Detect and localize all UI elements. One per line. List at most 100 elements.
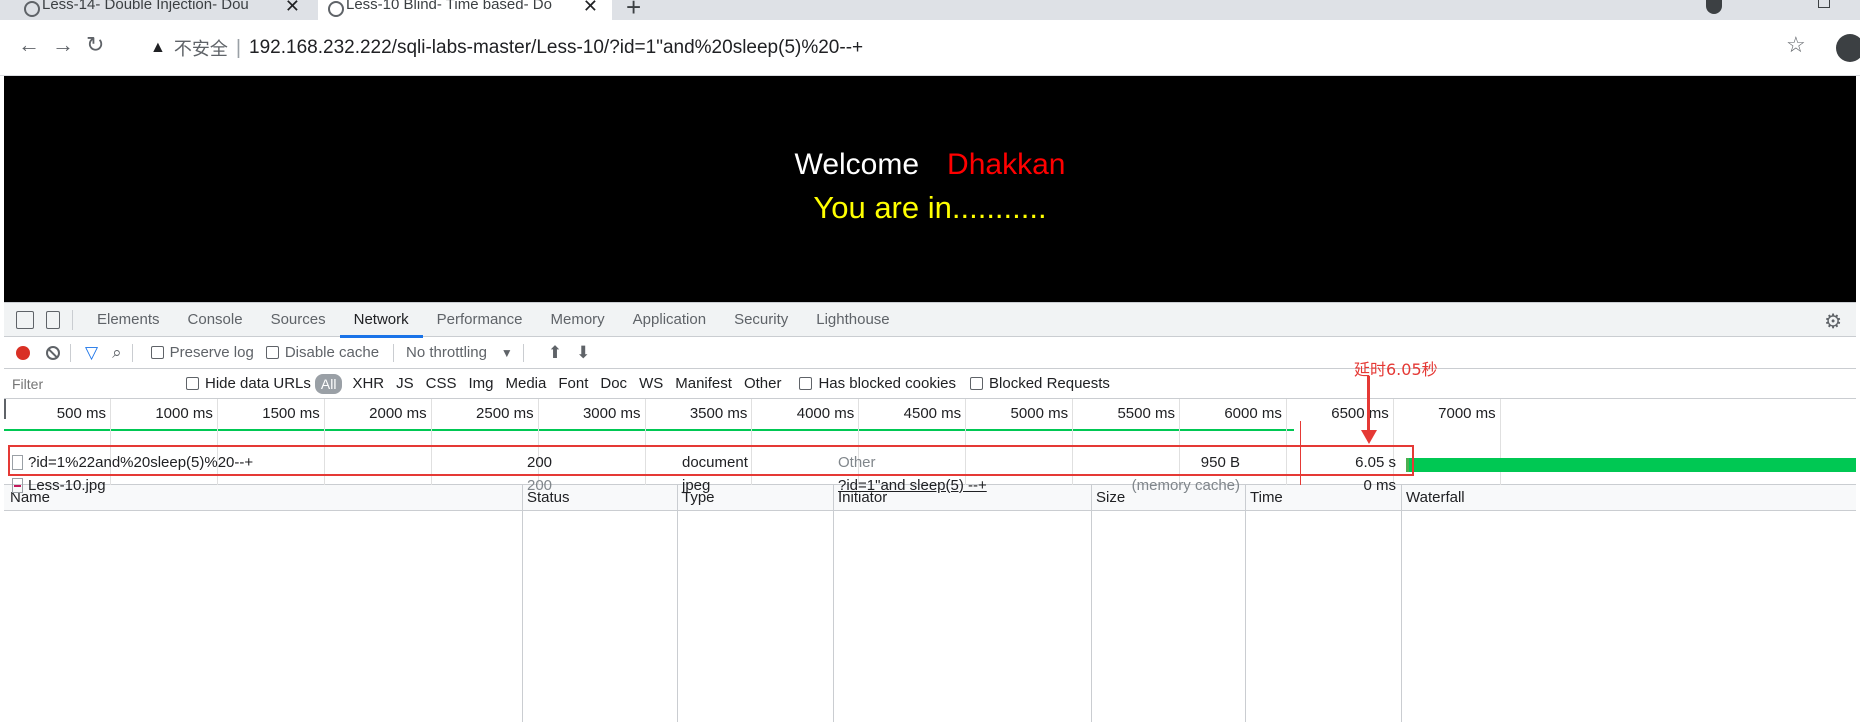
inspect-element-icon[interactable] <box>16 310 34 329</box>
type-filter-img[interactable]: Img <box>462 375 499 392</box>
welcome-text: Welcome <box>794 148 920 181</box>
record-icon[interactable] <box>16 345 30 360</box>
globe-icon <box>328 1 344 17</box>
type-filter-doc[interactable]: Doc <box>594 375 633 392</box>
disable-cache-label: Disable cache <box>284 344 380 361</box>
timeline-tick-label: 5500 ms <box>1117 405 1175 422</box>
clear-icon[interactable] <box>46 345 60 360</box>
new-tab-button[interactable]: + <box>626 0 641 20</box>
browser-toolbar: ← → ↻ ▲ 不安全 | 192.168.232.222/sqli-labs-… <box>0 20 1860 76</box>
timeline-tick-label: 1500 ms <box>262 405 320 422</box>
tab-sources[interactable]: Sources <box>257 303 340 337</box>
tab-memory[interactable]: Memory <box>537 303 619 337</box>
back-button[interactable]: ← <box>18 32 40 58</box>
tab-application[interactable]: Application <box>619 303 720 337</box>
filter-input[interactable] <box>8 372 178 395</box>
warning-icon[interactable]: ▲ <box>150 39 166 57</box>
timeline-tick-label: 5000 ms <box>1010 405 1069 422</box>
filter-icon[interactable]: ▽ <box>85 343 98 363</box>
timeline-tick-label: 6000 ms <box>1224 405 1282 422</box>
column-divider <box>677 485 678 722</box>
type-filter-ws[interactable]: WS <box>633 375 669 392</box>
request-type: jpeg <box>682 477 711 494</box>
tab-search-icon[interactable] <box>1706 0 1722 14</box>
type-filter-all[interactable]: All <box>314 373 343 394</box>
search-icon[interactable]: ⌕ <box>112 343 122 363</box>
disable-cache-checkbox[interactable] <box>265 346 279 359</box>
close-tab-icon[interactable]: ✕ <box>583 0 598 17</box>
divider <box>72 309 73 330</box>
type-filter-js[interactable]: JS <box>390 375 420 392</box>
tab-less-14[interactable]: Less-14- Double Injection- Dou ✕ <box>14 0 314 20</box>
column-divider <box>522 485 523 722</box>
annotation-arrow <box>1367 376 1370 434</box>
blocked-requests-checkbox[interactable] <box>970 377 984 390</box>
type-filter-other[interactable]: Other <box>738 375 788 392</box>
requests-table: Name Status Type Initiator Size Time Wat… <box>4 485 1856 722</box>
timeline-tick-label: 2500 ms <box>476 405 534 422</box>
address-bar[interactable]: ▲ 不安全 | 192.168.232.222/sqli-labs-master… <box>138 30 1778 66</box>
url-text[interactable]: 192.168.232.222/sqli-labs-master/Less-10… <box>249 37 863 59</box>
waterfall-bar <box>1406 458 1856 472</box>
login-status: You are in........... <box>813 190 1047 225</box>
divider <box>393 343 395 362</box>
timeline-tick-label: 7000 ms <box>1438 405 1496 422</box>
tab-performance[interactable]: Performance <box>423 303 537 337</box>
filter-bar: Hide data URLs All XHR JS CSS Img Media … <box>4 369 1856 399</box>
page-viewport: Welcome Dhakkan You are in........... <box>4 76 1856 302</box>
tab-console[interactable]: Console <box>174 303 257 337</box>
type-filter-xhr[interactable]: XHR <box>346 375 390 392</box>
bookmark-star-icon[interactable]: ☆ <box>1786 32 1806 58</box>
timeline-tick-label: 3000 ms <box>582 405 641 422</box>
network-toolbar: ▽ ⌕ Preserve log Disable cache No thrott… <box>4 337 1856 369</box>
preserve-log-checkbox[interactable] <box>150 346 164 359</box>
tab-network[interactable]: Network <box>339 303 423 338</box>
tab-strip: Less-14- Double Injection- Dou ✕ Less-10… <box>0 0 1860 20</box>
throttling-select[interactable]: No throttling <box>406 344 487 361</box>
profile-avatar[interactable] <box>1836 34 1860 62</box>
import-har-icon[interactable]: ⬆ <box>548 343 562 363</box>
timeline-tick-label: 3500 ms <box>689 405 748 422</box>
request-time: 0 ms <box>1363 477 1396 494</box>
tab-security[interactable]: Security <box>720 303 802 337</box>
devtools-tabbar: Elements Console Sources Network Perform… <box>4 303 1856 338</box>
chevron-down-icon[interactable]: ▼ <box>501 346 513 360</box>
insecure-label[interactable]: 不安全 <box>174 35 228 61</box>
request-size: (memory cache) <box>1131 477 1240 494</box>
forward-button[interactable]: → <box>52 32 74 58</box>
column-divider <box>1091 485 1092 722</box>
tab-lighthouse[interactable]: Lighthouse <box>802 303 903 337</box>
hide-data-urls-checkbox[interactable] <box>186 377 199 390</box>
type-filter-media[interactable]: Media <box>500 375 553 392</box>
hide-data-urls-label: Hide data URLs <box>205 375 311 392</box>
type-filter-font[interactable]: Font <box>552 375 594 392</box>
window-control-icon[interactable] <box>1818 0 1830 8</box>
column-divider <box>1401 485 1402 722</box>
close-tab-icon[interactable]: ✕ <box>285 0 300 17</box>
tab-title: Less-10 Blind- Time based- Do <box>346 0 552 13</box>
type-filter-css[interactable]: CSS <box>420 375 463 392</box>
table-row[interactable]: Less-10.jpg 200 jpeg ?id=1"and sleep(5) … <box>4 475 1856 497</box>
tab-less-10[interactable]: Less-10 Blind- Time based- Do ✕ <box>318 0 612 20</box>
tab-elements[interactable]: Elements <box>83 303 174 337</box>
divider <box>131 343 133 362</box>
has-blocked-cookies-checkbox[interactable] <box>799 377 813 390</box>
timeline-tick-label: 500 ms <box>56 405 106 422</box>
request-initiator-link[interactable]: ?id=1"and sleep(5) --+ <box>838 477 987 494</box>
request-status: 200 <box>527 477 553 494</box>
preserve-log-label: Preserve log <box>169 344 254 361</box>
gear-icon[interactable]: ⚙ <box>1824 309 1842 334</box>
timeline-tick-label: 2000 ms <box>369 405 427 422</box>
export-har-icon[interactable]: ⬇ <box>576 343 590 363</box>
type-filter-manifest[interactable]: Manifest <box>669 375 738 392</box>
highlight-box <box>8 445 1414 476</box>
tab-title: Less-14- Double Injection- Dou <box>42 0 249 13</box>
timeline-load-bar <box>4 429 1294 431</box>
device-toolbar-icon[interactable] <box>46 310 60 329</box>
welcome-name: Dhakkan <box>947 148 1066 181</box>
divider <box>522 343 524 362</box>
timeline-tick-label: 1000 ms <box>155 405 213 422</box>
timeline-tick-label: 4000 ms <box>796 405 855 422</box>
reload-button[interactable]: ↻ <box>86 32 104 58</box>
request-name[interactable]: Less-10.jpg <box>28 477 106 494</box>
